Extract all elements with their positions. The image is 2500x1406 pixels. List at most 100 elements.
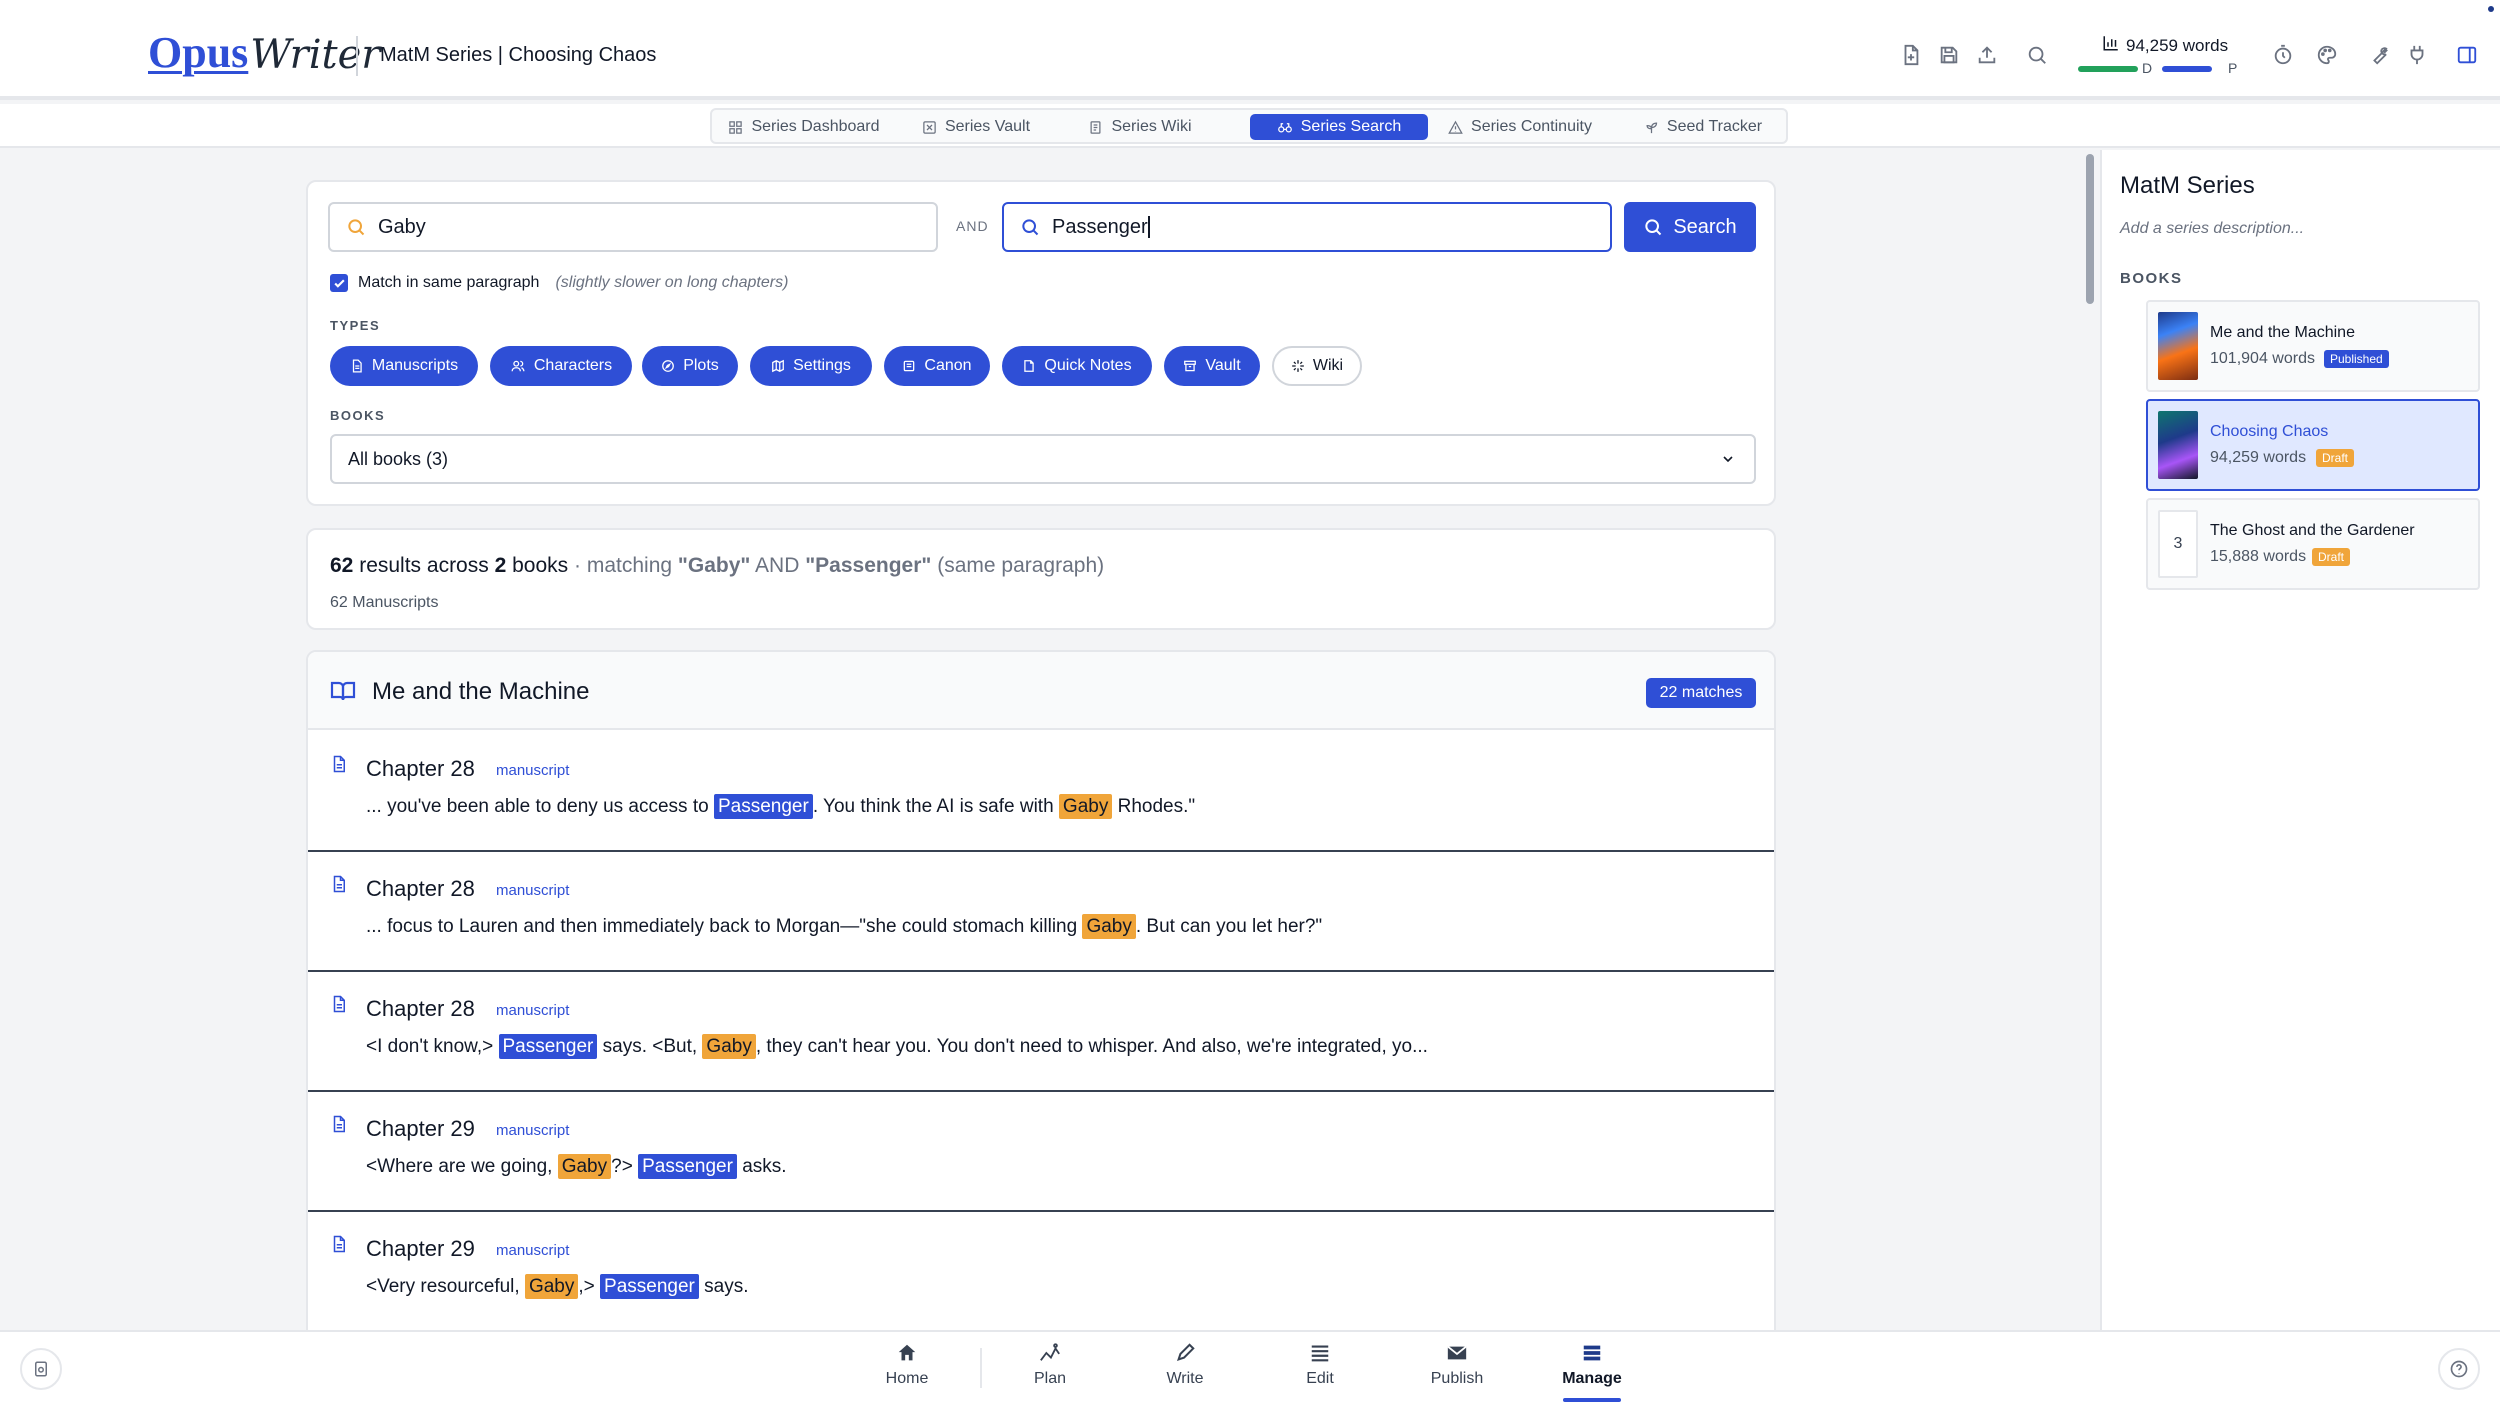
result-chapter-title: Chapter 29 bbox=[366, 1236, 475, 1261]
result-snippet: <I don't know,> Passenger says. <But, Ga… bbox=[366, 1032, 1428, 1062]
chip-characters[interactable]: Characters bbox=[490, 346, 632, 386]
result-item[interactable]: Chapter 29 manuscript <Very resourceful, G… bbox=[308, 1212, 1774, 1330]
result-type-label: manuscript bbox=[496, 1002, 570, 1019]
stack-icon bbox=[1580, 1342, 1604, 1364]
status-dot bbox=[2488, 6, 2494, 12]
nav-publish[interactable]: Publish bbox=[1402, 1342, 1512, 1402]
app-logo[interactable]: Opus Writer bbox=[148, 28, 380, 78]
search-term2-input[interactable]: Passenger bbox=[1002, 202, 1612, 252]
document-icon bbox=[350, 359, 364, 373]
series-description-field[interactable]: Add a series description... bbox=[2120, 220, 2304, 238]
document-icon bbox=[330, 994, 348, 1014]
tab-series-search[interactable]: Series Search bbox=[1250, 114, 1428, 140]
grid-icon bbox=[728, 120, 743, 135]
book-card-choosing-chaos[interactable]: Choosing Chaos 94,259 words Draft bbox=[2146, 399, 2480, 491]
book-card-the-ghost-and-the-gardener[interactable]: 3 The Ghost and the Gardener 15,888 word… bbox=[2146, 498, 2480, 590]
tab-series-continuity[interactable]: Series Continuity bbox=[1440, 114, 1600, 140]
search-icon bbox=[1643, 217, 1663, 237]
word-count-widget[interactable]: 94,259 words D P bbox=[2078, 30, 2250, 80]
chip-manuscripts[interactable]: Manuscripts bbox=[330, 346, 478, 386]
nav-home[interactable]: Home bbox=[852, 1342, 962, 1402]
nav-write[interactable]: Write bbox=[1130, 1342, 1240, 1402]
text-cursor bbox=[1147, 216, 1150, 238]
chip-canon[interactable]: Canon bbox=[884, 346, 990, 386]
note-icon bbox=[1022, 359, 1036, 373]
snippet-text: ... focus to Lauren and then immediately… bbox=[366, 916, 1083, 937]
main-content: Gaby AND Passenger Search Match in same … bbox=[0, 150, 2082, 1330]
books-filter-label: BOOKS bbox=[330, 408, 386, 423]
books-select[interactable]: All books (3) bbox=[330, 434, 1756, 484]
chip-label: Manuscripts bbox=[371, 357, 459, 374]
series-panel-title: MatM Series bbox=[2120, 172, 2255, 199]
book-results-title: Me and the Machine bbox=[372, 678, 590, 705]
search-icon[interactable] bbox=[2022, 40, 2052, 70]
result-item[interactable]: Chapter 28 manuscript ... focus to Lauren … bbox=[308, 852, 1774, 972]
highlight-term2: Passenger bbox=[498, 1034, 598, 1059]
scrollbar-thumb[interactable] bbox=[2086, 154, 2094, 304]
timer-icon[interactable] bbox=[2268, 40, 2298, 70]
nav-label: Plan bbox=[1033, 1370, 1067, 1387]
chip-settings[interactable]: Settings bbox=[750, 346, 872, 386]
save-icon[interactable] bbox=[1934, 40, 1964, 70]
canon-icon bbox=[902, 359, 916, 373]
plug-icon[interactable] bbox=[2402, 40, 2432, 70]
book-word-count: 15,888 words bbox=[2210, 548, 2307, 565]
snippet-text: . You think the AI is safe with bbox=[812, 796, 1059, 817]
help-button[interactable] bbox=[2438, 1348, 2480, 1390]
page-icon bbox=[1088, 120, 1103, 135]
result-chapter-title: Chapter 28 bbox=[366, 996, 475, 1021]
search-term1-input[interactable]: Gaby bbox=[328, 202, 938, 252]
same-paragraph-option[interactable]: Match in same paragraph (slightly slower… bbox=[330, 274, 788, 292]
series-panel: MatM Series Add a series description... … bbox=[2100, 150, 2500, 1330]
file-plus-icon[interactable] bbox=[1896, 40, 1926, 70]
active-nav-indicator bbox=[1563, 1398, 1621, 1402]
wrench-icon[interactable] bbox=[2364, 40, 2394, 70]
chip-plots[interactable]: Plots bbox=[642, 346, 738, 386]
upload-icon[interactable] bbox=[1972, 40, 2002, 70]
chip-vault[interactable]: Vault bbox=[1164, 346, 1260, 386]
status-badge: Draft bbox=[2312, 548, 2351, 566]
book-card-me-and-the-machine[interactable]: Me and the Machine 101,904 words Publish… bbox=[2146, 300, 2480, 392]
palette-icon[interactable] bbox=[2312, 40, 2342, 70]
summary-and: AND bbox=[755, 554, 800, 577]
result-item[interactable]: Chapter 28 manuscript <I don't know,> Pass… bbox=[308, 972, 1774, 1092]
header-divider bbox=[356, 36, 358, 76]
snippet-text: asks. bbox=[736, 1156, 787, 1177]
matching-text: · matching bbox=[574, 554, 673, 577]
series-books-label: BOOKS bbox=[2120, 270, 2183, 287]
nav-edit[interactable]: Edit bbox=[1265, 1342, 1375, 1402]
snippet-text: . But can you let her?" bbox=[1135, 916, 1323, 937]
chip-quick-notes[interactable]: Quick Notes bbox=[1002, 346, 1152, 386]
chip-wiki[interactable]: Wiki bbox=[1272, 346, 1362, 386]
tab-seed-tracker[interactable]: Seed Tracker bbox=[1628, 114, 1778, 140]
word-count-label: 94,259 words bbox=[2126, 36, 2229, 55]
logo-writer-text: Writer bbox=[250, 32, 381, 78]
map-icon bbox=[771, 359, 785, 373]
book-results-header[interactable]: Me and the Machine 22 matches bbox=[308, 652, 1774, 730]
search-button[interactable]: Search bbox=[1624, 202, 1756, 252]
nav-manage[interactable]: Manage bbox=[1537, 1342, 1647, 1402]
tab-series-wiki[interactable]: Series Wiki bbox=[1072, 114, 1208, 140]
result-chapter-title: Chapter 28 bbox=[366, 876, 475, 901]
sparkle-icon bbox=[1291, 359, 1305, 373]
result-item[interactable]: Chapter 28 manuscript ... you've been able… bbox=[308, 732, 1774, 852]
tab-series-vault[interactable]: Series Vault bbox=[904, 114, 1048, 140]
project-title: MatM Series | Choosing Chaos bbox=[380, 44, 657, 66]
pen-icon bbox=[1173, 1342, 1197, 1364]
nav-label: Write bbox=[1166, 1370, 1204, 1387]
document-icon bbox=[330, 874, 348, 894]
nav-label: Manage bbox=[1562, 1370, 1622, 1387]
widget-toggle-button[interactable] bbox=[20, 1348, 62, 1390]
nav-plan[interactable]: Plan bbox=[995, 1342, 1105, 1402]
result-snippet: <Very resourceful, Gaby ,> Passenger says… bbox=[366, 1272, 749, 1302]
document-icon bbox=[330, 754, 348, 774]
status-badge: Published bbox=[2324, 350, 2389, 368]
panel-icon[interactable] bbox=[2452, 40, 2482, 70]
logo-opus-text: Opus bbox=[148, 28, 249, 77]
same-paragraph-checkbox[interactable] bbox=[330, 274, 348, 292]
result-item[interactable]: Chapter 29 manuscript <Where are we going,… bbox=[308, 1092, 1774, 1212]
plan-icon bbox=[1038, 1342, 1062, 1364]
tab-series-dashboard[interactable]: Series Dashboard bbox=[720, 114, 888, 140]
main-scrollbar[interactable] bbox=[2082, 150, 2100, 1330]
same-paragraph-label: Match in same paragraph bbox=[358, 274, 540, 291]
